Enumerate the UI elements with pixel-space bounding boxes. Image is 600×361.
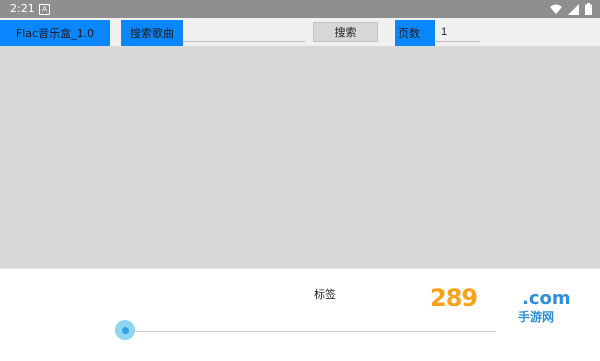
search-input[interactable]	[183, 22, 305, 42]
search-label: 搜索歌曲	[121, 20, 183, 46]
progress-slider-thumb-core[interactable]	[122, 327, 129, 334]
watermark-suffix: .com	[522, 288, 571, 309]
page-label: 页数	[395, 20, 435, 46]
results-list[interactable]	[0, 46, 600, 268]
app-title: Flac音乐盒_1.0	[0, 20, 110, 46]
progress-slider-track[interactable]	[124, 331, 496, 332]
status-time: 2:21	[10, 2, 35, 15]
page-input[interactable]	[436, 22, 480, 42]
wifi-icon	[550, 4, 562, 14]
watermark-logo: 289 .com 手游网	[430, 284, 580, 324]
status-bar: 2:21 A	[0, 0, 600, 18]
notification-icon: A	[39, 4, 50, 15]
status-icons	[550, 3, 592, 15]
search-button[interactable]: 搜索	[313, 22, 378, 42]
signal-icon	[568, 3, 579, 15]
battery-icon	[585, 3, 592, 15]
watermark-sub: 手游网	[518, 310, 555, 324]
tag-label: 标签	[314, 288, 336, 301]
watermark-main: 289	[430, 284, 478, 312]
toolbar: Flac音乐盒_1.0 搜索歌曲 搜索 页数	[0, 18, 600, 46]
